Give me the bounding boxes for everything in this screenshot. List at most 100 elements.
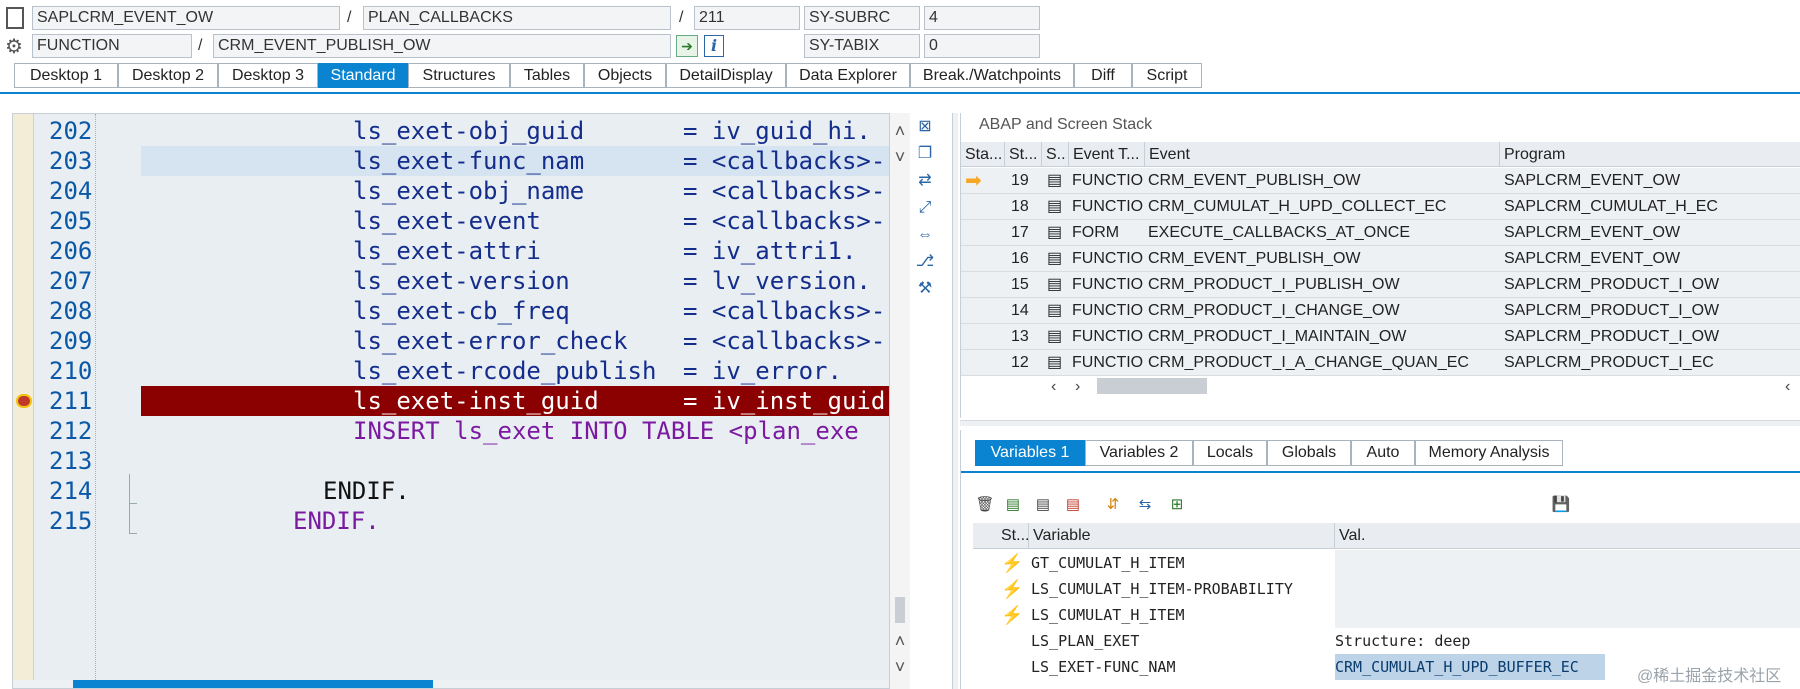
stack-row[interactable]: 14 ▤ FUNCTIO... CRM_PRODUCT_I_CHANGE_OW … (961, 298, 1800, 324)
tab-auto[interactable]: Auto (1351, 440, 1415, 466)
event-name: CRM_CUMULAT_H_UPD_COLLECT_EC (1148, 198, 1447, 215)
copy-icon[interactable]: ▤ (1031, 493, 1055, 517)
tab-variables-2[interactable]: Variables 2 (1085, 440, 1193, 466)
sort-icon[interactable]: ⇆ (1133, 493, 1157, 517)
variable-row[interactable]: ⚡ GT_CUMULAT_H_ITEM (973, 550, 1800, 576)
scrollbar-thumb[interactable] (73, 680, 433, 688)
navigate-icon[interactable]: ➔ (676, 35, 698, 57)
column-header[interactable]: Program (1500, 142, 1800, 167)
swap-icon[interactable]: ⇄ (912, 168, 938, 194)
variable-row[interactable]: ⚡ LS_CUMULAT_H_ITEM (973, 602, 1800, 628)
subrc-label: SY-SUBRC (804, 6, 920, 30)
stack-row[interactable]: 15 ▤ FUNCTIO... CRM_PRODUCT_I_PUBLISH_OW… (961, 272, 1800, 298)
variable-value[interactable] (1335, 550, 1800, 576)
code-icon: ▤ (1047, 198, 1063, 215)
tab-desktop-1[interactable]: Desktop 1 (14, 63, 118, 88)
variable-row[interactable]: ⚡ LS_CUMULAT_H_ITEM-PROBABILITY (973, 576, 1800, 602)
tab-variables-1[interactable]: Variables 1 (975, 440, 1085, 466)
tab-tables[interactable]: Tables (510, 63, 584, 88)
variable-value[interactable]: CRM_CUMULAT_H_UPD_BUFFER_EC (1335, 654, 1605, 680)
variable-value[interactable] (1335, 602, 1800, 628)
expand-icon[interactable]: ⇵ (1101, 493, 1125, 517)
chevron-up-icon[interactable]: ˄ (890, 631, 910, 651)
breakpoint-icon[interactable] (16, 394, 32, 408)
stack-row[interactable]: 12 ▤ FUNCTIO... CRM_PRODUCT_I_A_CHANGE_Q… (961, 350, 1800, 376)
info-icon[interactable]: i (704, 35, 724, 57)
chevron-left-icon[interactable]: ‹ (1051, 378, 1056, 396)
variable-name[interactable]: LS_CUMULAT_H_ITEM (1031, 602, 1331, 628)
tab-data-explorer[interactable]: Data Explorer (786, 63, 910, 88)
close-window-icon[interactable]: ⊠ (912, 114, 938, 140)
name-field[interactable]: CRM_EVENT_PUBLISH_OW (213, 34, 671, 58)
code-icon: ▤ (1047, 250, 1063, 267)
panel-splitter[interactable] (960, 420, 1800, 426)
fold-marker[interactable] (129, 474, 137, 504)
editor-vertical-scrollbar[interactable]: ˄ ˅ ˄ ˅ (890, 113, 910, 689)
tab-standard[interactable]: Standard (318, 63, 408, 88)
chevron-up-icon[interactable]: ˄ (890, 121, 910, 141)
tab-diff[interactable]: Diff (1074, 63, 1132, 88)
scrollbar-thumb[interactable] (1097, 378, 1207, 394)
export-icon[interactable]: ⊞ (1165, 493, 1189, 517)
stack-row[interactable]: 17 ▤ FORM EXECUTE_CALLBACKS_AT_ONCE SAPL… (961, 220, 1800, 246)
insert-icon[interactable]: ▤ (1001, 493, 1025, 517)
code-editor[interactable]: 202 ls_exet-obj_guid = iv_guid_hi. 203 l… (12, 113, 890, 689)
panel-divider[interactable] (952, 113, 958, 689)
scrollbar-thumb[interactable] (895, 597, 905, 623)
tools-icon[interactable]: ⚒ (912, 276, 938, 302)
tab-break-watchpoints[interactable]: Break./Watchpoints (910, 63, 1074, 88)
variable-name[interactable]: LS_EXET-FUNC_NAM (1031, 654, 1331, 680)
delete-row-icon[interactable]: ▤ (1061, 493, 1085, 517)
type-field[interactable]: FUNCTION (32, 34, 192, 58)
tree-icon[interactable]: ⎇ (912, 249, 938, 275)
variable-value[interactable] (1335, 576, 1800, 602)
chevron-right-icon[interactable]: › (1075, 378, 1080, 396)
stack-row[interactable]: 16 ▤ FUNCTIO... CRM_EVENT_PUBLISH_OW SAP… (961, 246, 1800, 272)
tab-desktop-3[interactable]: Desktop 3 (218, 63, 318, 88)
tab-locals[interactable]: Locals (1193, 440, 1267, 466)
stack-row[interactable]: ➡ 19 ▤ FUNCTIO... CRM_EVENT_PUBLISH_OW S… (961, 168, 1800, 194)
stack-header: Sta... St... S.. Event T... Event Progra… (961, 142, 1800, 167)
column-header[interactable]: Variable (1029, 523, 1335, 548)
program-name: SAPLCRM_EVENT_OW (1504, 172, 1681, 189)
trash-icon[interactable]: 🗑 (973, 493, 997, 517)
stack-level: 14 (1011, 302, 1029, 319)
include-field[interactable]: PLAN_CALLBACKS (363, 6, 671, 30)
stack-row[interactable]: 18 ▤ FUNCTIO... CRM_CUMULAT_H_UPD_COLLEC… (961, 194, 1800, 220)
column-header[interactable]: St... (1005, 142, 1042, 167)
tab-objects[interactable]: Objects (584, 63, 666, 88)
column-header[interactable]: S.. (1042, 142, 1069, 167)
chevron-down-icon[interactable]: ˅ (890, 147, 910, 167)
fold-marker[interactable] (129, 504, 137, 534)
chevron-left-icon[interactable]: ‹ (1785, 378, 1790, 396)
variable-value[interactable]: Structure: deep (1335, 628, 1800, 654)
tab-structures[interactable]: Structures (408, 63, 510, 88)
column-header[interactable]: St... (997, 523, 1029, 548)
event-name: CRM_PRODUCT_I_PUBLISH_OW (1148, 276, 1400, 293)
column-header[interactable]: Event (1145, 142, 1500, 167)
tab-memory-analysis[interactable]: Memory Analysis (1415, 440, 1563, 466)
resize-icon[interactable]: ⇔ (912, 222, 938, 248)
column-header[interactable]: Event T... (1069, 142, 1145, 167)
tab-globals[interactable]: Globals (1267, 440, 1351, 466)
tab-detaildisplay[interactable]: DetailDisplay (666, 63, 786, 88)
code-text: = iv_inst_guid (683, 387, 886, 415)
variable-name[interactable]: LS_CUMULAT_H_ITEM-PROBABILITY (1031, 576, 1331, 602)
changed-flag-icon: ⚡ (1001, 553, 1021, 573)
new-window-icon[interactable]: ❐ (912, 141, 938, 167)
chevron-down-icon[interactable]: ˅ (890, 657, 910, 677)
column-header[interactable]: Sta... (961, 142, 1005, 167)
tab-script[interactable]: Script (1132, 63, 1202, 88)
column-header[interactable]: Val. (1335, 523, 1800, 548)
line-field[interactable]: 211 (694, 6, 800, 30)
variable-row[interactable]: LS_PLAN_EXET Structure: deep (973, 628, 1800, 654)
variable-name[interactable]: LS_PLAN_EXET (1031, 628, 1331, 654)
variable-name[interactable]: GT_CUMULAT_H_ITEM (1031, 550, 1331, 576)
program-field[interactable]: SAPLCRM_EVENT_OW (32, 6, 340, 30)
save-icon[interactable]: 💾 (1549, 493, 1573, 517)
stack-row[interactable]: 13 ▤ FUNCTIO... CRM_PRODUCT_I_MAINTAIN_O… (961, 324, 1800, 350)
line-number: 208 (49, 297, 93, 325)
maximize-icon[interactable]: ⤢ (912, 195, 938, 221)
tabix-label: SY-TABIX (804, 34, 920, 58)
tab-desktop-2[interactable]: Desktop 2 (118, 63, 218, 88)
